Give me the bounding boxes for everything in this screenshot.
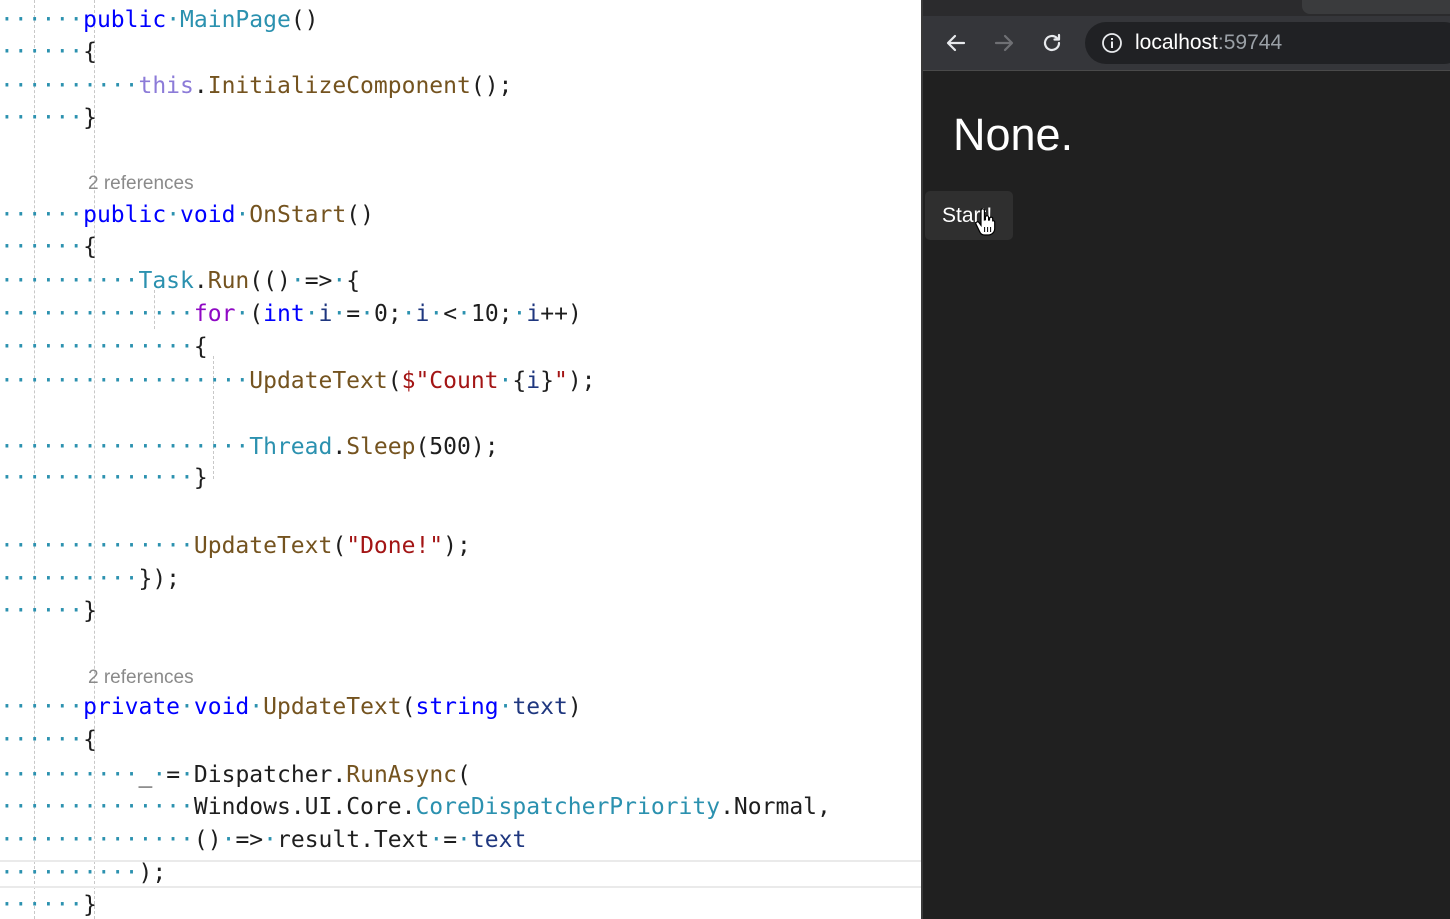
code-line: ··············Windows.UI.Core.CoreDispat… — [0, 794, 831, 820]
code-line: ··········this.InitializeComponent(); — [0, 73, 513, 99]
code-line: ··········); — [0, 860, 167, 886]
hand-cursor-icon — [975, 208, 996, 236]
forward-button[interactable] — [987, 26, 1021, 60]
code-line: ······public·void·OnStart() — [0, 202, 374, 228]
code-line: ··········}); — [0, 566, 181, 592]
browser-toolbar: localhost:59744 — [923, 16, 1450, 71]
browser-window: localhost:59744 None. Start! — [921, 0, 1450, 919]
arrow-left-icon — [946, 34, 966, 52]
code-line: ··················Thread.Sleep(500); — [0, 434, 499, 460]
code-editor[interactable]: ······public·MainPage() ······{ ········… — [0, 0, 921, 919]
code-line: ··············{ — [0, 334, 208, 360]
tab-strip — [923, 0, 1450, 16]
code-line: ··············UpdateText("Done!"); — [0, 533, 471, 559]
code-line: ······{ — [0, 727, 97, 753]
references-codelens[interactable]: 2 references — [88, 173, 194, 195]
code-line: ······} — [0, 892, 97, 918]
arrow-right-icon — [994, 34, 1014, 52]
page-content: None. Start! — [923, 71, 1450, 919]
code-line: ······} — [0, 105, 97, 131]
code-line: ··············for·(int·i·=·0;·i·<·10;·i+… — [0, 301, 582, 327]
back-button[interactable] — [939, 26, 973, 60]
site-info-icon[interactable] — [1101, 32, 1123, 54]
code-line: ······{ — [0, 234, 97, 260]
code-line: ··············()·=>·result.Text·=·text — [0, 827, 527, 853]
code-line: ··········_·=·Dispatcher.RunAsync( — [0, 762, 471, 788]
browser-tab[interactable] — [1302, 0, 1450, 14]
code-line: ······{ — [0, 39, 97, 65]
references-codelens[interactable]: 2 references — [88, 667, 194, 689]
code-line: ······private·void·UpdateText(string·tex… — [0, 694, 582, 720]
code-line: ······} — [0, 598, 97, 624]
code-line: ··················UpdateText($"Count·{i}… — [0, 368, 596, 394]
address-bar[interactable]: localhost:59744 — [1085, 22, 1450, 64]
url-host: localhost — [1135, 31, 1218, 54]
code-line: ··············} — [0, 465, 208, 491]
start-button[interactable]: Start! — [925, 191, 1013, 240]
reload-button[interactable] — [1035, 26, 1069, 60]
code-line: ··········Task.Run(()·=>·{ — [0, 268, 361, 294]
reload-icon — [1043, 33, 1061, 52]
url-port: :59744 — [1217, 31, 1283, 54]
code-line: ······public·MainPage() — [0, 7, 319, 33]
result-text: None. — [953, 109, 1074, 160]
